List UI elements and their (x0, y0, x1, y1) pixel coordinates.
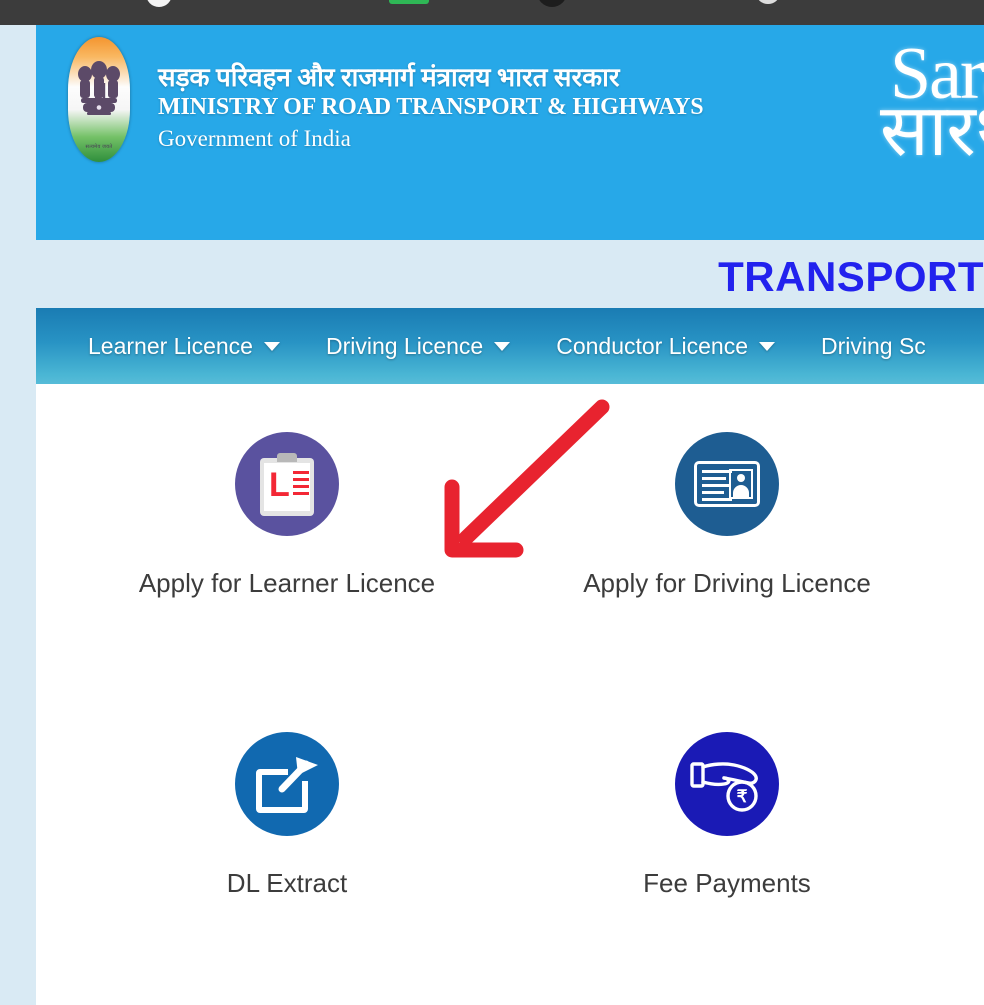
main-navigation-bar: Learner Licence Driving Licence Conducto… (36, 308, 984, 384)
tile-label: Fee Payments (643, 868, 811, 898)
ministry-title-english: MINISTRY OF ROAD TRANSPORT & HIGHWAYS (158, 94, 704, 121)
site-header: सत्यमेव जयते सड़क परिवहन और राजमार्ग मंत… (36, 25, 984, 240)
hand-with-rupee-glyph: ₹ (690, 754, 764, 814)
chevron-down-icon[interactable] (494, 341, 511, 351)
learner-licence-clipboard-icon[interactable]: L (235, 432, 339, 536)
india-national-emblem-icon: सत्यमेव जयते (68, 37, 130, 162)
person-body-glyph (733, 485, 749, 497)
driving-licence-id-card-icon[interactable] (675, 432, 779, 536)
page-heading-band: TRANSPORT (0, 240, 984, 307)
sarathi-logo-hindi-text: सारथी (880, 91, 984, 171)
id-card-glyph (694, 461, 760, 507)
page-canvas: सत्यमेव जयते सड़क परिवहन और राजमार्ग मंत… (0, 25, 984, 1005)
id-card-line (702, 498, 732, 501)
external-link-glyph (256, 755, 318, 813)
nav-item-learner-licence[interactable]: Learner Licence (88, 333, 304, 360)
browser-profile-avatar-icon (537, 0, 567, 7)
tile-label: Apply for Learner Licence (138, 568, 436, 598)
ministry-title-block: सड़क परिवहन और राजमार्ग मंत्रालय भारत सर… (158, 63, 878, 154)
tile-apply-for-learner-licence[interactable]: L Apply for Learner Licence (122, 432, 452, 599)
dl-extract-external-link-icon[interactable] (235, 732, 339, 836)
ministry-title-hindi: सड़क परिवहन और राजमार्ग मंत्रालय भारत सर… (158, 63, 620, 92)
id-card-photo-frame (729, 469, 753, 499)
tile-label: Apply for Driving Licence (583, 568, 871, 598)
ministry-title-government: Government of India (158, 126, 351, 152)
hand-rupee-svg: ₹ (690, 762, 758, 812)
emblem-motto-text: सत्यमेव जयते (85, 145, 113, 150)
sarathi-logo: Sarathi सारथी (872, 29, 984, 179)
nav-item-driving-licence[interactable]: Driving Licence (326, 333, 534, 360)
nav-item-label: Driving Licence (325, 332, 484, 359)
tile-fee-payments[interactable]: ₹ Fee Payments (562, 732, 892, 899)
clipboard-glyph: L (260, 452, 314, 516)
id-card-line (702, 484, 730, 487)
fee-payments-hand-rupee-icon[interactable]: ₹ (675, 732, 779, 836)
clipboard-line (293, 492, 309, 495)
id-card-line (702, 477, 726, 480)
rupee-symbol-glyph: ₹ (737, 787, 748, 806)
clipboard-line (293, 471, 309, 474)
browser-green-badge-icon (389, 0, 429, 4)
nav-item-label: Conductor Licence (556, 332, 748, 359)
nav-item-label: Driving Sc (821, 332, 926, 359)
browser-extension-icon (757, 0, 779, 4)
clipboard-clip (277, 453, 297, 462)
clipboard-line (293, 485, 309, 488)
browser-chrome-strip (0, 0, 984, 25)
nav-item-conductor-licence[interactable]: Conductor Licence (556, 333, 799, 360)
main-content-card: L Apply for Learner Licence Apply for Dr… (36, 384, 984, 1005)
clipboard-line (293, 478, 309, 481)
person-head-glyph (737, 474, 745, 482)
ashoka-lion-capital-glyph (78, 61, 120, 115)
letter-l-glyph: L (269, 466, 290, 504)
nav-item-label: Learner Licence (88, 332, 253, 359)
id-card-text-lines (702, 470, 732, 505)
tile-apply-for-driving-licence[interactable]: Apply for Driving Licence (562, 432, 892, 599)
chevron-down-icon[interactable] (759, 341, 775, 351)
share-arrow-glyph (278, 757, 318, 793)
nav-item-driving-school[interactable]: Driving Sc (821, 333, 950, 360)
browser-tab-favicon-icon (146, 0, 172, 7)
id-card-line (702, 470, 732, 473)
page-title: TRANSPORT (718, 253, 984, 300)
id-card-line (702, 491, 724, 494)
chevron-down-icon[interactable] (263, 341, 280, 351)
tile-dl-extract[interactable]: DL Extract (122, 732, 452, 899)
tile-label: DL Extract (226, 868, 348, 898)
